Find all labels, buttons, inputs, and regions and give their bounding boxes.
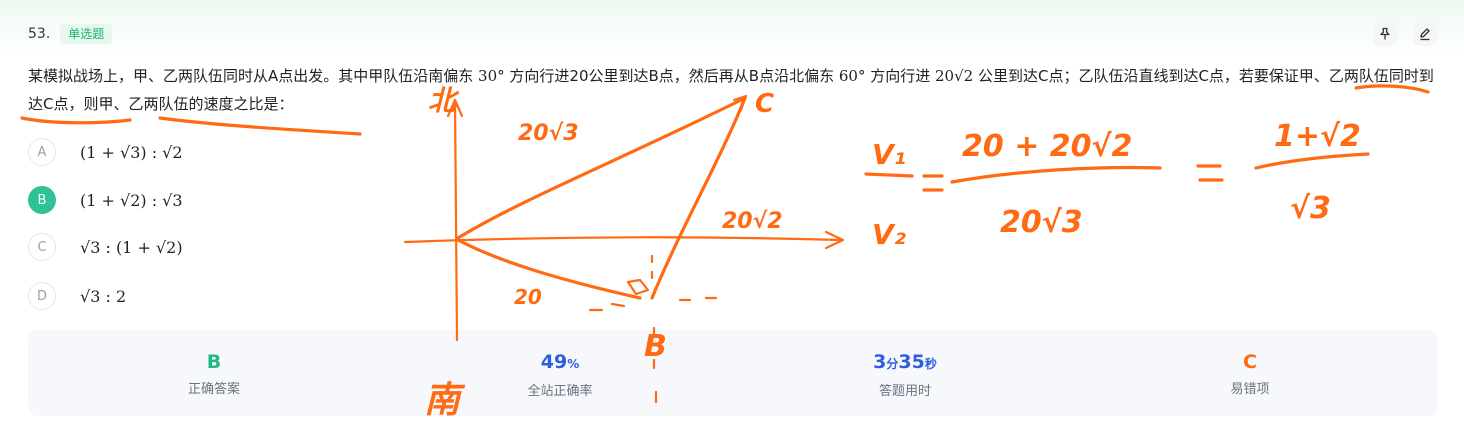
common-wrong-label: 易错项 xyxy=(1230,382,1270,397)
edit-icon xyxy=(1420,28,1430,41)
common-wrong-value: C xyxy=(1243,351,1257,373)
stem-angle-2: 60° xyxy=(838,67,866,85)
stem-distance: 20√2 xyxy=(935,67,974,85)
stat-correct-answer: B 正确答案 xyxy=(114,330,314,397)
eq-fraction-bar-left xyxy=(864,172,914,178)
time-value: 3分35秒 xyxy=(805,350,1005,376)
underline-3 xyxy=(158,116,362,136)
question-type-badge: 单选题 xyxy=(60,24,113,44)
edit-button[interactable] xyxy=(1413,22,1437,46)
option-text: (1 + √2) : √3 xyxy=(80,190,183,210)
eq-v2: V₂ xyxy=(872,218,907,251)
option-a[interactable]: A (1 + √3) : √2 xyxy=(28,136,183,168)
line-a-to-c xyxy=(456,96,747,240)
stat-accuracy: 49% 全站正确率 xyxy=(460,330,660,399)
option-d[interactable]: D √3 : 2 xyxy=(28,280,126,312)
option-letter: D xyxy=(28,282,56,310)
stem-text-2: 方向行进20公里到达B点，然后再从B点沿北偏东 xyxy=(504,67,839,85)
result-denominator: √3 xyxy=(1290,191,1331,226)
option-letter: A xyxy=(28,138,56,166)
option-text: (1 + √3) : √2 xyxy=(80,142,183,162)
time-minutes: 3 xyxy=(873,351,887,373)
option-letter: B xyxy=(28,186,56,214)
time-seconds-unit: 秒 xyxy=(924,357,937,371)
pin-button[interactable] xyxy=(1373,22,1397,46)
accuracy-unit: % xyxy=(567,357,580,371)
stem-text-3: 方向行进 xyxy=(865,67,935,85)
time-seconds: 35 xyxy=(898,351,925,373)
eq-denominator: 20√3 xyxy=(1000,205,1083,240)
eq-v1: V₁ xyxy=(872,138,906,171)
east-arrow xyxy=(824,230,845,250)
north-south-axis xyxy=(453,98,459,342)
length-bc-label: 20√2 xyxy=(722,209,783,234)
stat-time: 3分35秒 答题用时 xyxy=(805,330,1005,399)
eq-fraction-bar-middle xyxy=(950,165,1162,184)
question-number: 53. xyxy=(28,26,51,42)
stats-panel: B 正确答案 49% 全站正确率 3分35秒 答题用时 C 易错项 xyxy=(28,330,1438,416)
length-ab-label: 20 xyxy=(514,285,542,309)
time-label: 答题用时 xyxy=(878,384,931,399)
eq-equals-2 xyxy=(1196,164,1224,182)
header-background xyxy=(0,0,1464,56)
eq-fraction-bar-right xyxy=(1254,152,1370,170)
option-text: √3 : (1 + √2) xyxy=(80,237,183,257)
option-letter: C xyxy=(28,233,56,261)
east-west-axis xyxy=(403,236,842,244)
time-minutes-unit: 分 xyxy=(886,357,899,371)
pin-icon xyxy=(1380,27,1390,40)
eq-numerator: 20 + 20√2 xyxy=(962,129,1132,164)
stat-common-wrong: C 易错项 xyxy=(1150,330,1350,397)
right-angle-mark xyxy=(626,278,650,296)
accuracy-value: 49% xyxy=(460,350,660,376)
stem-angle-1: 30° xyxy=(478,67,505,85)
length-ac-label: 20√3 xyxy=(518,121,579,146)
question-stem: 某模拟战场上，甲、乙两队伍同时从A点出发。其中甲队伍沿南偏东 30° 方向行进2… xyxy=(28,62,1440,118)
option-text: √3 : 2 xyxy=(80,286,127,306)
accuracy-number: 49 xyxy=(540,351,568,373)
option-c[interactable]: C √3 : (1 + √2) xyxy=(28,231,183,263)
eq-equals-1 xyxy=(922,174,944,192)
dashed-east-line xyxy=(588,296,718,312)
result-numerator: 1+√2 xyxy=(1274,119,1361,154)
option-b[interactable]: B (1 + √2) : √3 xyxy=(28,184,183,216)
question-header: 53. 单选题 xyxy=(28,24,113,44)
line-c-to-b xyxy=(650,96,747,300)
stem-text-1: 某模拟战场上，甲、乙两队伍同时从A点出发。其中甲队伍沿南偏东 xyxy=(28,67,479,85)
underline-2 xyxy=(20,116,132,125)
accuracy-label: 全站正确率 xyxy=(527,384,593,399)
correct-answer-value: B xyxy=(206,351,222,373)
line-a-to-b xyxy=(456,238,642,300)
correct-answer-label: 正确答案 xyxy=(187,382,240,397)
